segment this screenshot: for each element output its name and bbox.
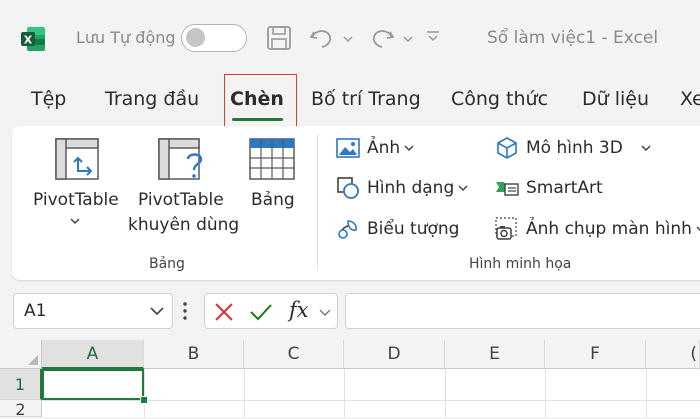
recommended-pivottable-icon[interactable] xyxy=(157,137,207,183)
3d-models-dropdown-chevron-icon xyxy=(641,145,651,152)
fx-dropdown-chevron-icon[interactable] xyxy=(319,308,331,317)
document-title: Sổ làm việc1 - Excel xyxy=(487,28,659,48)
grid-line xyxy=(344,369,345,417)
shapes-label: Hình dạng xyxy=(367,178,455,198)
select-all-corner[interactable] xyxy=(0,340,42,369)
cancel-icon[interactable] xyxy=(214,302,234,322)
column-header-b[interactable]: B xyxy=(144,340,244,369)
screenshot-icon xyxy=(495,217,517,240)
customize-toolbar-icon[interactable] xyxy=(426,30,440,42)
grid-line xyxy=(244,369,245,417)
illustrations-group-label: Hình minh họa xyxy=(469,256,572,272)
pivottable-icon[interactable] xyxy=(54,137,100,183)
recommended-pivottable-line2[interactable]: khuyên dùng xyxy=(128,213,239,238)
select-all-triangle-icon xyxy=(28,355,38,365)
fill-handle[interactable] xyxy=(140,396,148,404)
undo-icon[interactable] xyxy=(308,24,336,52)
tab-page-layout[interactable]: Bố trí Trang xyxy=(311,88,421,110)
group-separator xyxy=(317,134,318,270)
column-header-c[interactable]: C xyxy=(244,340,344,369)
formula-actions: fx xyxy=(204,293,338,329)
formula-input[interactable] xyxy=(345,293,700,329)
redo-icon[interactable] xyxy=(368,24,396,52)
recommended-pivottable-line1[interactable]: PivotTable xyxy=(138,188,224,213)
table-button[interactable]: Bảng xyxy=(251,188,295,213)
insert-function-button[interactable]: fx xyxy=(289,298,309,322)
pivottable-dropdown-chevron-icon[interactable] xyxy=(70,217,80,225)
3d-model-icon xyxy=(497,137,517,159)
picture-icon xyxy=(336,138,360,158)
selected-cell-a1[interactable] xyxy=(42,369,144,400)
picture-button[interactable]: Ảnh xyxy=(336,136,421,160)
icons-button[interactable]: Biểu tượng xyxy=(336,216,459,242)
highlight-annotation-box xyxy=(224,74,297,127)
column-header-a[interactable]: A xyxy=(42,340,144,369)
screenshot-button[interactable]: Ảnh chụp màn hình xyxy=(495,216,700,242)
save-icon[interactable] xyxy=(266,24,292,52)
autosave-label: Lưu Tự động xyxy=(76,28,176,47)
grid-line xyxy=(445,369,446,417)
tab-review-partial[interactable]: Xe xyxy=(680,88,700,110)
table-icon[interactable] xyxy=(248,137,296,181)
name-box[interactable]: A1 xyxy=(13,293,173,329)
grid-line xyxy=(144,369,145,417)
row-header-2[interactable]: 2 xyxy=(0,400,42,419)
picture-dropdown-chevron-icon xyxy=(404,145,414,152)
icons-label: Biểu tượng xyxy=(367,219,460,239)
more-options-icon[interactable] xyxy=(183,302,187,320)
row-header-1[interactable]: 1 xyxy=(0,369,42,400)
smartart-icon xyxy=(496,182,519,196)
pivottable-button[interactable]: PivotTable xyxy=(33,188,119,213)
column-header-e[interactable]: E xyxy=(445,340,545,369)
icons-icon xyxy=(338,220,357,239)
tables-group-label: Bảng xyxy=(149,256,185,272)
tab-file[interactable]: Tệp xyxy=(31,88,66,110)
shapes-dropdown-chevron-icon xyxy=(458,185,468,192)
tab-data[interactable]: Dữ liệu xyxy=(582,88,649,110)
shapes-button[interactable]: Hình dạng xyxy=(336,176,475,200)
shapes-icon xyxy=(337,177,359,199)
picture-label: Ảnh xyxy=(367,138,401,158)
smartart-label: SmartArt xyxy=(526,178,603,198)
3d-models-label: Mô hình 3D xyxy=(526,138,623,158)
autosave-toggle[interactable] xyxy=(181,24,247,52)
excel-logo-icon: X xyxy=(21,27,45,51)
column-header-g-partial[interactable]: ( xyxy=(646,340,700,369)
column-header-f[interactable]: F xyxy=(545,340,646,369)
redo-dropdown-chevron-icon[interactable] xyxy=(403,35,413,43)
3d-models-button[interactable]: Mô hình 3D xyxy=(495,136,658,160)
grid-line xyxy=(545,369,546,417)
name-box-chevron-icon[interactable] xyxy=(150,306,164,316)
screenshot-label: Ảnh chụp màn hình xyxy=(526,219,692,239)
toggle-knob xyxy=(186,28,205,47)
name-box-value: A1 xyxy=(24,301,47,321)
enter-check-icon[interactable] xyxy=(249,302,273,322)
tab-home[interactable]: Trang đầu xyxy=(105,88,199,110)
smartart-button[interactable]: SmartArt xyxy=(495,176,603,200)
undo-dropdown-chevron-icon[interactable] xyxy=(343,35,353,43)
grid-line xyxy=(646,369,647,417)
column-header-d[interactable]: D xyxy=(344,340,445,369)
tab-formulas[interactable]: Công thức xyxy=(451,88,548,110)
svg-text:X: X xyxy=(24,34,33,47)
screenshot-dropdown-chevron-icon xyxy=(696,226,700,232)
